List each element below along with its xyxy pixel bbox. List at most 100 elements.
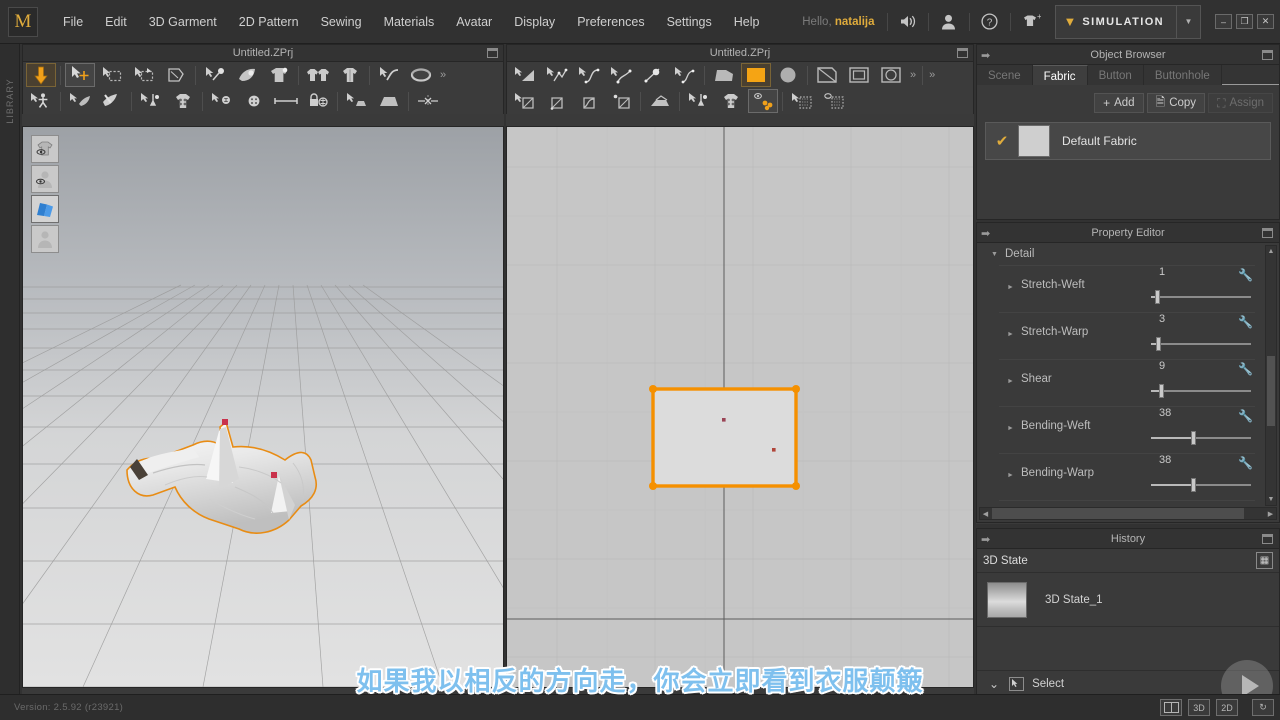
chevron-right-icon[interactable]: ► (1007, 284, 1014, 291)
spline-tool[interactable] (670, 63, 700, 87)
button-tool[interactable] (168, 89, 198, 113)
menu-sewing[interactable]: Sewing (312, 11, 371, 33)
check-icon[interactable]: ✔ (986, 132, 1018, 150)
free-shape-tool[interactable] (709, 63, 739, 87)
rectangle-tool[interactable] (844, 63, 874, 87)
add-button[interactable]: + Add (1094, 93, 1144, 113)
polyline-tool[interactable] (542, 63, 572, 87)
pin-icon[interactable]: ➡ (981, 533, 990, 546)
scroll-right-icon[interactable]: ▶ (1265, 510, 1276, 518)
property-value-bending-weft[interactable]: 38 (1159, 407, 1171, 419)
simulation-mode-selector[interactable]: ▼ SIMULATION ▼ (1054, 4, 1201, 39)
wrench-icon[interactable]: 🔧 (1238, 456, 1253, 470)
property-slider-shear[interactable] (1151, 384, 1251, 398)
property-editor-hscrollbar[interactable]: ◀ ▶ (979, 507, 1277, 520)
tack-tool[interactable] (264, 63, 294, 87)
property-value-shear[interactable]: 9 (1159, 360, 1165, 372)
view-2d-button[interactable]: 2D (1216, 699, 1238, 716)
show-avatar-icon[interactable] (31, 165, 59, 193)
chevron-right-icon[interactable]: ► (1007, 425, 1014, 432)
belt-tool[interactable] (406, 63, 436, 87)
viewport-2d-canvas[interactable] (506, 126, 974, 688)
property-slider-stretch-warp[interactable] (1151, 337, 1251, 351)
toolbar-3d-overflow-icon[interactable]: » (437, 69, 449, 81)
pleat-tool[interactable] (748, 89, 778, 113)
property-editor-restore-icon[interactable] (1262, 228, 1273, 238)
select-move-tool[interactable] (65, 63, 95, 87)
close-button[interactable]: ✕ (1257, 14, 1274, 29)
reset-icon[interactable]: ↻ (1252, 699, 1274, 716)
wrench-icon[interactable]: 🔧 (1238, 409, 1253, 423)
viewport-2d-restore-icon[interactable] (957, 48, 968, 58)
property-slider-stretch-weft[interactable] (1151, 290, 1251, 304)
help-icon[interactable]: ? (975, 7, 1005, 37)
box-select-tool[interactable] (97, 63, 127, 87)
curve-tool[interactable] (374, 63, 404, 87)
toolbar-2d-overflow-icon-2[interactable]: » (926, 69, 938, 81)
add-garment-icon[interactable]: + (1016, 7, 1046, 37)
menu-2d-pattern[interactable]: 2D Pattern (230, 11, 308, 33)
show-garment-icon[interactable] (31, 135, 59, 163)
offset-tool[interactable] (606, 89, 636, 113)
menu-help[interactable]: Help (725, 11, 769, 33)
user-icon[interactable] (934, 7, 964, 37)
menu-edit[interactable]: Edit (96, 11, 136, 33)
avatar-pose-tool[interactable] (26, 89, 56, 113)
chevron-right-icon[interactable]: ► (1007, 331, 1014, 338)
scroll-down-icon[interactable]: ▼ (1267, 495, 1275, 504)
scroll-thumb[interactable] (1267, 356, 1275, 426)
property-value-bending-warp[interactable]: 38 (1159, 454, 1171, 466)
menu-file[interactable]: File (54, 11, 92, 33)
property-editor-vscrollbar[interactable]: ▲ ▼ (1265, 245, 1277, 506)
gravity-arrow-tool[interactable] (26, 63, 56, 87)
internal-polyline-tool[interactable] (542, 89, 572, 113)
internal-curve-tool[interactable] (574, 89, 604, 113)
app-logo[interactable]: M (8, 6, 38, 37)
tab-buttonhole[interactable]: Buttonhole (1144, 65, 1222, 85)
symmetric-garment-tool[interactable] (303, 63, 333, 87)
transform-pattern-tool[interactable] (129, 63, 159, 87)
property-slider-bending-warp[interactable] (1151, 478, 1251, 492)
flatten-tool[interactable] (342, 89, 372, 113)
property-value-stretch-warp[interactable]: 3 (1159, 313, 1165, 325)
tab-fabric[interactable]: Fabric (1032, 65, 1088, 85)
ellipse-tool[interactable] (876, 63, 906, 87)
menu-3d-garment[interactable]: 3D Garment (140, 11, 226, 33)
tab-scene[interactable]: Scene (977, 65, 1033, 85)
edit-curve-tool[interactable] (606, 63, 636, 87)
point-tool[interactable] (638, 63, 668, 87)
fabric-swatch[interactable] (1018, 125, 1050, 157)
zipper-tool[interactable] (136, 89, 166, 113)
surface-tool[interactable] (374, 89, 404, 113)
grading-tool[interactable] (819, 89, 849, 113)
show-fabric-icon[interactable] (31, 195, 59, 223)
property-value-stretch-weft[interactable]: 1 (1159, 266, 1165, 278)
list-item[interactable]: 3D State_1 (977, 573, 1279, 627)
chevron-right-icon[interactable]: ► (1007, 472, 1014, 479)
chevron-down-icon[interactable]: ▼ (1176, 5, 1200, 38)
wrench-icon[interactable]: 🔧 (1238, 362, 1253, 376)
show-mannequin-icon[interactable] (31, 225, 59, 253)
restore-button[interactable]: ❐ (1236, 14, 1253, 29)
gizmo-tool[interactable] (65, 89, 95, 113)
wrench-icon[interactable]: 🔧 (1238, 268, 1253, 282)
menu-preferences[interactable]: Preferences (568, 11, 653, 33)
button-hole-tool[interactable] (239, 89, 269, 113)
assign-button[interactable]: ⛶ Assign (1208, 93, 1273, 113)
hscroll-thumb[interactable] (992, 508, 1244, 519)
library-rail[interactable]: LIBRARY (0, 44, 20, 720)
detail-section-header[interactable]: ▼ Detail (977, 243, 1279, 265)
pattern-flip-tool[interactable] (161, 63, 191, 87)
snapshot-icon[interactable]: ▦ (1256, 552, 1273, 569)
scroll-up-icon[interactable]: ▲ (1267, 247, 1275, 256)
curve-2d-tool[interactable] (574, 63, 604, 87)
fold-line-tool[interactable] (645, 89, 675, 113)
brush-tool[interactable] (97, 89, 127, 113)
pin-icon[interactable]: ➡ (981, 227, 990, 240)
menu-display[interactable]: Display (505, 11, 564, 33)
internal-line-tool[interactable] (510, 89, 540, 113)
minimize-button[interactable]: – (1215, 14, 1232, 29)
snap-tool[interactable] (207, 89, 237, 113)
rectangle-fill-tool[interactable] (741, 63, 771, 87)
tab-button[interactable]: Button (1088, 65, 1144, 85)
